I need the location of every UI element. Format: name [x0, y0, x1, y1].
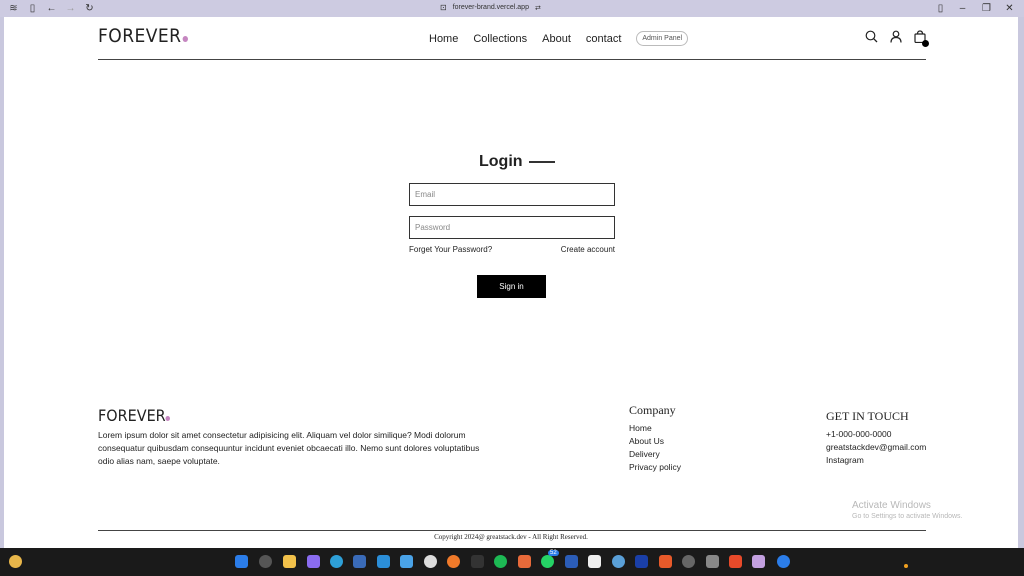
- footer-logo-text: FOREVER: [98, 406, 166, 425]
- create-account-link[interactable]: Create account: [561, 245, 615, 254]
- edge-icon[interactable]: [330, 555, 343, 568]
- reload-icon[interactable]: ↻: [84, 3, 95, 14]
- app4-icon[interactable]: [635, 555, 648, 568]
- spotify-icon[interactable]: [494, 555, 507, 568]
- footer-contact: GET IN TOUCH +1-000-000-0000 greatstackd…: [826, 409, 926, 467]
- footer-link-about[interactable]: About Us: [629, 435, 681, 448]
- watermark-subtitle: Go to Settings to activate Windows.: [852, 513, 963, 520]
- minimize-icon[interactable]: –: [957, 3, 968, 14]
- search-icon[interactable]: [865, 30, 878, 43]
- sidebar-toggle-icon[interactable]: ▯: [27, 3, 38, 14]
- chrome-icon[interactable]: [424, 555, 437, 568]
- search-taskbar-icon[interactable]: [259, 555, 272, 568]
- footer-link-privacy[interactable]: Privacy policy: [629, 461, 681, 474]
- nav-collections[interactable]: Collections: [473, 33, 527, 45]
- email-field[interactable]: Email: [409, 183, 615, 206]
- app2-icon[interactable]: [471, 555, 484, 568]
- browser-taskbar-icon[interactable]: [752, 555, 765, 568]
- logo-dot: [182, 36, 188, 42]
- footer-link-delivery[interactable]: Delivery: [629, 448, 681, 461]
- figma-icon[interactable]: [518, 555, 531, 568]
- login-links: Forget Your Password? Create account: [409, 245, 615, 254]
- app7-icon[interactable]: [729, 555, 742, 568]
- app3-icon[interactable]: [612, 555, 625, 568]
- brand-logo[interactable]: FOREVER: [98, 25, 188, 47]
- login-title: Login: [479, 153, 555, 171]
- header-actions: [865, 30, 929, 47]
- notion-icon[interactable]: [588, 555, 601, 568]
- title-underline: [528, 161, 555, 163]
- footer-logo: FOREVER: [98, 406, 171, 425]
- app-icon[interactable]: [400, 555, 413, 568]
- start-icon[interactable]: [235, 555, 248, 568]
- taskbar: 52: [0, 548, 1024, 576]
- contact-email[interactable]: greatstackdev@gmail.com: [826, 441, 926, 454]
- whatsapp-badge: 52: [548, 550, 559, 556]
- forward-icon[interactable]: →: [65, 3, 76, 14]
- share-icon[interactable]: ⇄: [535, 4, 541, 12]
- app6-icon[interactable]: [706, 555, 719, 568]
- copyright-text: Copyright 2024@ greatstack.dev - All Rig…: [434, 533, 588, 541]
- footer-logo-dot: [165, 416, 171, 421]
- password-field[interactable]: Password: [409, 216, 615, 239]
- store-icon[interactable]: [353, 555, 366, 568]
- admin-panel-button[interactable]: Admin Panel: [636, 31, 689, 46]
- footer-company: Company Home About Us Delivery Privacy p…: [629, 403, 681, 474]
- vscode-icon[interactable]: [377, 555, 390, 568]
- main-nav: Home Collections About contact Admin Pan…: [429, 31, 689, 46]
- web-page: FOREVER Home Collections About contact A…: [4, 17, 1018, 548]
- company-heading: Company: [629, 403, 676, 417]
- footer-description: Lorem ipsum dolor sit amet consectetur a…: [98, 430, 480, 466]
- notification-dot: [904, 564, 908, 568]
- footer-link-home[interactable]: Home: [629, 422, 681, 435]
- close-icon[interactable]: ✕: [1004, 3, 1015, 14]
- login-title-text: Login: [479, 153, 523, 170]
- forgot-password-link[interactable]: Forget Your Password?: [409, 245, 492, 254]
- nav-about[interactable]: About: [542, 33, 571, 45]
- cart-icon[interactable]: [914, 30, 929, 47]
- app5-icon[interactable]: [659, 555, 672, 568]
- split-view-icon[interactable]: ▯: [935, 3, 946, 14]
- contact-instagram[interactable]: Instagram: [826, 454, 926, 467]
- site-info-icon[interactable]: ⊡: [440, 3, 447, 12]
- sign-in-button[interactable]: Sign in: [477, 275, 546, 298]
- contact-phone: +1-000-000-0000: [826, 429, 892, 439]
- github-icon[interactable]: [682, 555, 695, 568]
- outlook-icon[interactable]: [777, 555, 790, 568]
- back-icon[interactable]: ←: [46, 3, 57, 14]
- nav-contact[interactable]: contact: [586, 33, 621, 45]
- browser-toolbar: ≋ ▯ ← → ↻ ⊡ forever-brand.vercel.app ⇄ ▯…: [0, 0, 1024, 17]
- nav-home[interactable]: Home: [429, 33, 458, 45]
- logo-text: FOREVER: [98, 25, 182, 47]
- profile-icon[interactable]: [890, 30, 902, 43]
- cart-count-badge: [922, 40, 929, 47]
- weather-icon[interactable]: [9, 555, 22, 568]
- whatsapp-icon[interactable]: 52: [541, 550, 559, 568]
- file-explorer-icon[interactable]: [283, 555, 296, 568]
- contact-heading: GET IN TOUCH: [826, 409, 909, 423]
- watermark-title: Activate Windows: [852, 500, 931, 511]
- browser-menu-icon[interactable]: ≋: [8, 3, 19, 14]
- activate-windows-watermark: Activate Windows Go to Settings to activ…: [852, 500, 963, 520]
- restore-icon[interactable]: ❐: [981, 3, 992, 14]
- site-header: FOREVER Home Collections About contact A…: [98, 17, 929, 60]
- word-icon[interactable]: [565, 555, 578, 568]
- copilot-icon[interactable]: [307, 555, 320, 568]
- postman-icon[interactable]: [447, 555, 460, 568]
- address-bar[interactable]: ⊡ forever-brand.vercel.app ⇄: [440, 3, 541, 12]
- footer-divider: [98, 530, 926, 531]
- url-text: forever-brand.vercel.app: [452, 4, 529, 11]
